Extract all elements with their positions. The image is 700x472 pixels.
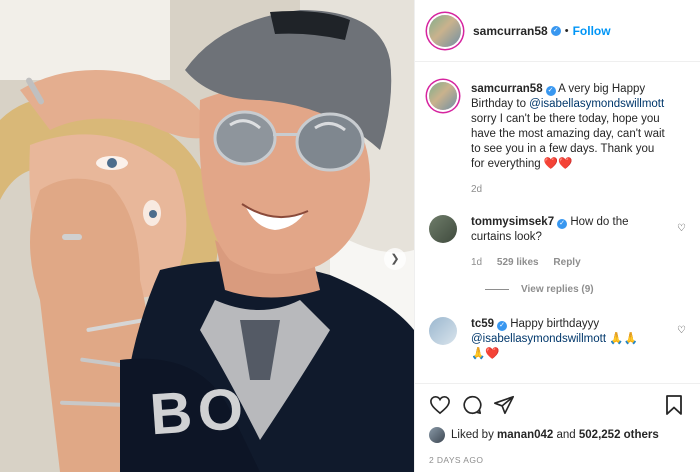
comment-item: tc59 ✓ Happy birthdayyy @isabellasymondsw… — [429, 317, 686, 362]
comment-username[interactable]: tommysimsek7 — [471, 216, 554, 228]
reply-button[interactable]: Reply — [553, 257, 580, 268]
verified-badge-icon: ✓ — [497, 321, 508, 331]
like-comment-heart-icon[interactable]: ♡ — [677, 325, 686, 336]
next-photo-button[interactable]: ❯ — [384, 248, 406, 270]
comment-body: tc59 ✓ Happy birthdayyy @isabellasymondsw… — [471, 317, 667, 362]
verified-badge-icon: ✓ — [550, 25, 561, 36]
likes-count[interactable]: 502,252 others — [579, 429, 659, 441]
comment-text: Happy birthdayyy — [510, 318, 600, 330]
comment-item: tommysimsek7 ✓ How do the curtains look? … — [429, 215, 686, 270]
caption: samcurran58 ✓ A very big Happy Birthday t… — [429, 82, 686, 197]
comment-likes-count[interactable]: 529 likes — [497, 257, 539, 268]
likes-summary: Liked by manan042 and 502,252 others — [429, 427, 687, 443]
caption-username[interactable]: samcurran58 — [471, 83, 543, 95]
instagram-post: BO ❯ samcurran58 ✓ • Follow samcurran58 ✓… — [0, 0, 700, 472]
caption-meta: 2d — [471, 182, 667, 197]
caption-mention-link[interactable]: @isabellasymondswillmott — [529, 98, 664, 110]
comment-avatar[interactable] — [429, 215, 457, 243]
view-replies-label: View replies (9) — [521, 284, 594, 295]
likes-prefix: Liked by — [451, 429, 494, 441]
post-sidebar: samcurran58 ✓ • Follow samcurran58 ✓ A ve… — [414, 0, 700, 472]
verified-badge-icon: ✓ — [545, 86, 556, 96]
like-heart-icon[interactable] — [429, 395, 451, 415]
comment-username[interactable]: tc59 — [471, 318, 494, 330]
post-photo[interactable]: BO ❯ — [0, 0, 414, 472]
liker-avatar[interactable] — [429, 427, 445, 443]
comment-avatar[interactable] — [429, 317, 457, 345]
bookmark-icon[interactable] — [665, 394, 683, 416]
comment-body: tommysimsek7 ✓ How do the curtains look? … — [471, 215, 667, 270]
separator-dot: • — [564, 24, 569, 37]
comments-section: samcurran58 ✓ A very big Happy Birthday t… — [415, 62, 700, 362]
post-timestamp[interactable]: 2 DAYS AGO — [429, 455, 687, 465]
caption-time[interactable]: 2d — [471, 184, 482, 195]
action-icons — [429, 394, 687, 416]
like-comment-heart-icon[interactable]: ♡ — [677, 223, 686, 234]
post-header: samcurran58 ✓ • Follow — [415, 0, 700, 62]
comment-time[interactable]: 1d — [471, 257, 482, 268]
caption-body: samcurran58 ✓ A very big Happy Birthday t… — [471, 82, 667, 197]
author-avatar[interactable] — [429, 14, 461, 47]
view-replies-button[interactable]: View replies (9) — [485, 284, 686, 295]
likes-middle: and — [553, 429, 579, 441]
shirt-text: BO — [147, 375, 252, 448]
caption-emoji: ❤️❤️ — [543, 158, 573, 170]
comment-meta: 1d 529 likes Reply — [471, 255, 667, 270]
chevron-right-icon: ❯ — [390, 252, 400, 265]
comment-emoji: 🙏🙏 — [609, 333, 638, 345]
caption-avatar[interactable] — [429, 82, 457, 110]
author-username[interactable]: samcurran58 — [473, 24, 548, 38]
follow-button[interactable]: Follow — [573, 24, 611, 38]
liker-username[interactable]: manan042 — [497, 429, 553, 441]
comment-bubble-icon[interactable] — [461, 394, 483, 416]
comment-mention-link[interactable]: @isabellasymondswillmott — [471, 333, 606, 345]
verified-badge-icon: ✓ — [557, 219, 568, 229]
comment-emoji-line: 🙏❤️ — [471, 348, 500, 360]
share-paper-plane-icon[interactable] — [493, 394, 515, 416]
divider-line — [485, 289, 509, 290]
action-bar: Liked by manan042 and 502,252 others 2 D… — [415, 383, 700, 465]
